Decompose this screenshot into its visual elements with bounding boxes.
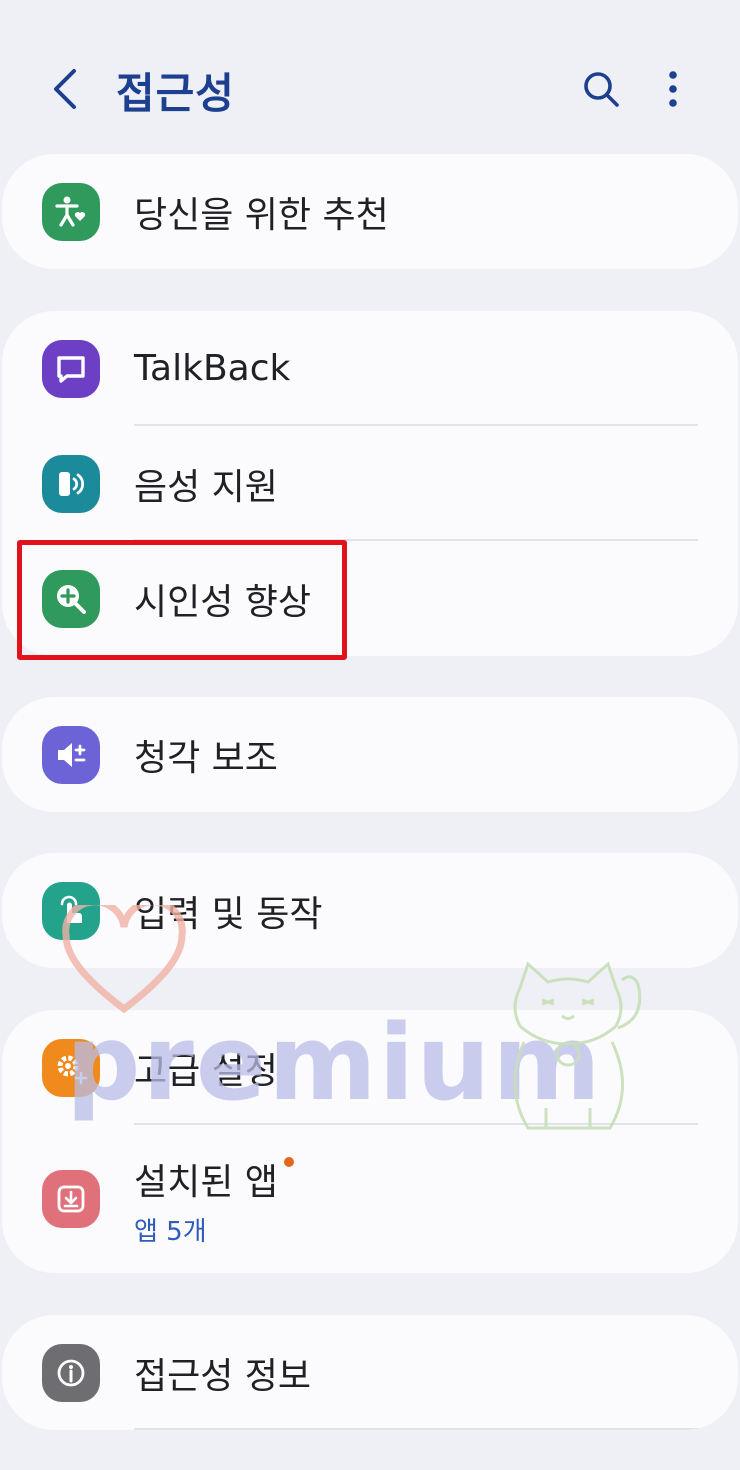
installed-apps-count: 앱 5개 [134, 1217, 207, 1247]
menu-item-label: 접근성 정보 [134, 1355, 312, 1397]
settings-group-about: 접근성 정보 [2, 1315, 738, 1430]
accessibility-heart-icon [42, 182, 100, 241]
new-badge-dot [283, 1157, 294, 1167]
more-vertical-icon [669, 71, 677, 107]
back-button[interactable] [40, 62, 90, 116]
talkback-icon [42, 339, 100, 398]
menu-item-label: TalkBack [134, 348, 291, 389]
menu-item-label: 고급 설정 [134, 1050, 278, 1092]
menu-item-label: 당신을 위한 추천 [134, 194, 389, 236]
menu-item-recommended[interactable]: 당신을 위한 추천 [2, 154, 738, 269]
menu-item-installed-apps[interactable]: 설치된 앱 앱 5개 [2, 1125, 738, 1273]
more-options-button[interactable] [650, 62, 696, 116]
divider [134, 1428, 698, 1430]
search-icon [584, 72, 619, 107]
menu-item-hearing-enhancements[interactable]: 청각 보조 [2, 697, 738, 812]
menu-item-voice-assistant[interactable]: 음성 지원 [2, 426, 738, 541]
settings-group-advanced: 고급 설정 설치된 앱 앱 5개 [2, 1010, 738, 1273]
settings-group-interaction: 입력 및 동작 [2, 853, 738, 968]
voice-assistant-icon [42, 454, 100, 513]
info-icon [42, 1343, 100, 1402]
hearing-volume-icon [42, 725, 100, 784]
installed-apps-title: 설치된 앱 [134, 1162, 278, 1203]
touch-gesture-icon [42, 881, 100, 940]
download-app-icon [42, 1170, 100, 1228]
search-button[interactable] [574, 62, 628, 116]
menu-item-label: 음성 지원 [134, 466, 278, 508]
gear-plus-icon [42, 1038, 100, 1097]
menu-item-interaction-dexterity[interactable]: 입력 및 동작 [2, 853, 738, 968]
chevron-left-icon [54, 69, 76, 109]
menu-item-advanced-settings[interactable]: 고급 설정 [2, 1010, 738, 1125]
settings-group-hearing: 청각 보조 [2, 697, 738, 812]
menu-item-talkback[interactable]: TalkBack [2, 311, 738, 426]
menu-item-label: 입력 및 동작 [134, 893, 323, 935]
menu-item-about-accessibility[interactable]: 접근성 정보 [2, 1315, 738, 1430]
menu-item-label: 청각 보조 [134, 737, 278, 779]
menu-item-label: 설치된 앱 [134, 1153, 294, 1205]
top-app-bar: 접근성 [0, 0, 740, 150]
settings-group-recommended: 당신을 위한 추천 [2, 154, 738, 269]
page-title: 접근성 [116, 69, 235, 118]
highlight-box [17, 540, 347, 660]
